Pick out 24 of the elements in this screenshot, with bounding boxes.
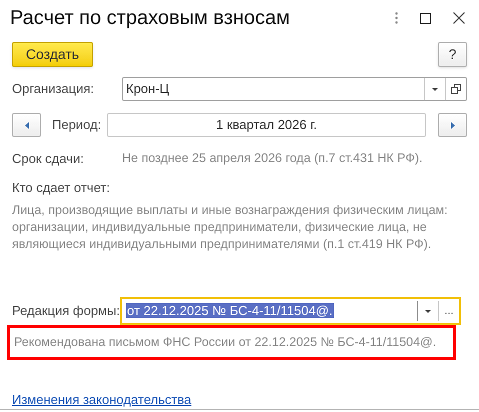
- legislation-link[interactable]: Изменения законодательства: [12, 392, 192, 407]
- form-edition-field[interactable]: от 22.12.2025 № БС-4-11/11504@. ...: [120, 297, 461, 325]
- field-label: Организация:: [12, 80, 96, 98]
- description-text: Лица, производящие выплаты и иные вознаграждения физическим лицам: организации, индивидуальные предприниматели, физические лица, не являющиеся индивидуальными предпринимателями (п.1 ст.419 НК РФ).: [11, 202, 449, 253]
- period-field[interactable]: 1 квартал 2026 г.: [107, 113, 426, 137]
- field-label: Период:: [52, 116, 102, 134]
- help-button[interactable]: ?: [438, 42, 467, 67]
- close-icon[interactable]: [453, 12, 465, 24]
- more-button[interactable]: ...: [444, 302, 454, 320]
- organization-field[interactable]: Крон-Ц: [122, 77, 467, 101]
- field-label: Редакция формы:: [12, 302, 120, 320]
- left-arrow-icon[interactable]: [24, 122, 28, 128]
- window-title: Расчет по страховым взносам: [10, 6, 291, 31]
- field-label: Срок сдачи:: [12, 150, 85, 168]
- more-icon[interactable]: [395, 12, 398, 24]
- section-label: Кто сдает отчет:: [11, 178, 111, 197]
- recommendation-text: Рекомендована письмом ФНС России от 22.12.2025 № БС-4-11/11504@.: [14, 334, 436, 352]
- maximize-icon[interactable]: [420, 12, 431, 24]
- create-button[interactable]: Создать: [12, 42, 93, 67]
- right-arrow-icon[interactable]: [450, 122, 454, 128]
- open-icon[interactable]: [451, 84, 461, 94]
- dropdown-icon[interactable]: [425, 310, 431, 312]
- deadline-text: Не позднее 25 апреля 2026 года (п.7 ст.431 НК РФ).: [122, 150, 422, 168]
- dropdown-icon[interactable]: [432, 88, 438, 90]
